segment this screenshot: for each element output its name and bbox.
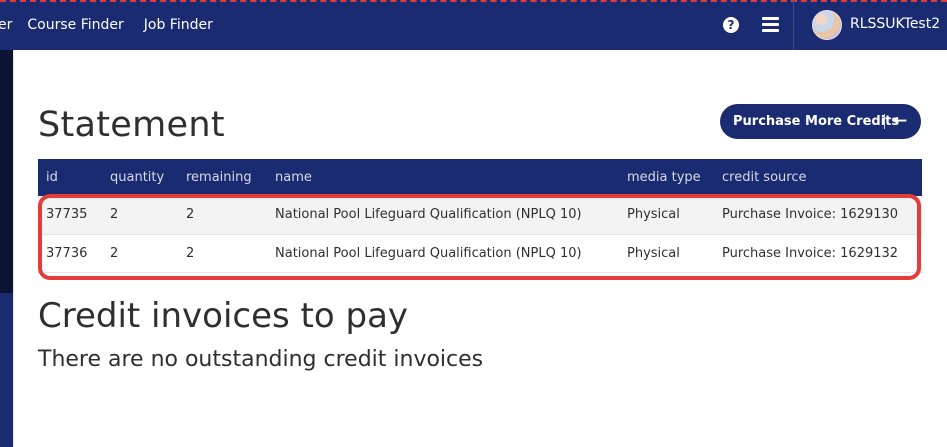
cell-name: National Pool Lifeguard Qualification (N… [275,245,582,261]
side-panel-dark [0,50,13,293]
purchase-more-credits-button[interactable]: Purchase More Credits ← [720,104,921,139]
table-header-row: id quantity remaining name media type cr… [38,159,922,196]
hamburger-menu-icon[interactable] [762,17,779,32]
nav-link-partial[interactable]: er [0,17,12,33]
header-credit-source[interactable]: credit source [714,159,922,196]
menu-bar [762,23,779,26]
table-row[interactable]: 37736 2 2 National Pool Lifeguard Qualif… [38,234,922,272]
cell-credit-source: Purchase Invoice: 1629132 [722,245,899,261]
table-row[interactable]: 37735 2 2 National Pool Lifeguard Qualif… [38,196,922,234]
credit-invoices-title: Credit invoices to pay [38,296,409,336]
header-quantity[interactable]: quantity [102,159,178,196]
cell-media-type: Physical [627,245,680,261]
top-navbar: er Course Finder Job Finder ? RLSSUKTest… [0,0,947,50]
nav-link-job-finder[interactable]: Job Finder [144,17,213,33]
arrow-left-icon: ← [893,111,908,131]
button-separator [884,114,885,129]
statement-table: id quantity remaining name media type cr… [38,159,922,273]
cell-id: 37735 [46,207,88,223]
cell-remaining: 2 [186,245,195,261]
avatar[interactable] [812,10,842,40]
page-title: Statement [38,105,225,145]
help-icon[interactable]: ? [723,17,739,33]
header-media-type[interactable]: media type [619,159,714,196]
cell-id: 37736 [46,245,88,261]
cell-name: National Pool Lifeguard Qualification (N… [275,207,582,223]
cell-remaining: 2 [186,207,195,223]
nav-links: er Course Finder Job Finder [0,0,233,50]
cell-quantity: 2 [110,207,119,223]
cell-credit-source: Purchase Invoice: 1629130 [722,207,899,223]
nav-divider [793,0,794,50]
menu-bar [762,29,779,32]
header-remaining[interactable]: remaining [178,159,267,196]
empty-invoices-message: There are no outstanding credit invoices [38,347,484,372]
header-name[interactable]: name [267,159,619,196]
header-id[interactable]: id [38,159,102,196]
nav-link-course-finder[interactable]: Course Finder [27,17,123,33]
menu-bar [762,17,779,20]
cell-quantity: 2 [110,245,119,261]
purchase-button-label: Purchase More Credits [733,114,900,129]
username[interactable]: RLSSUKTest2 [850,16,940,32]
cell-media-type: Physical [627,207,680,223]
